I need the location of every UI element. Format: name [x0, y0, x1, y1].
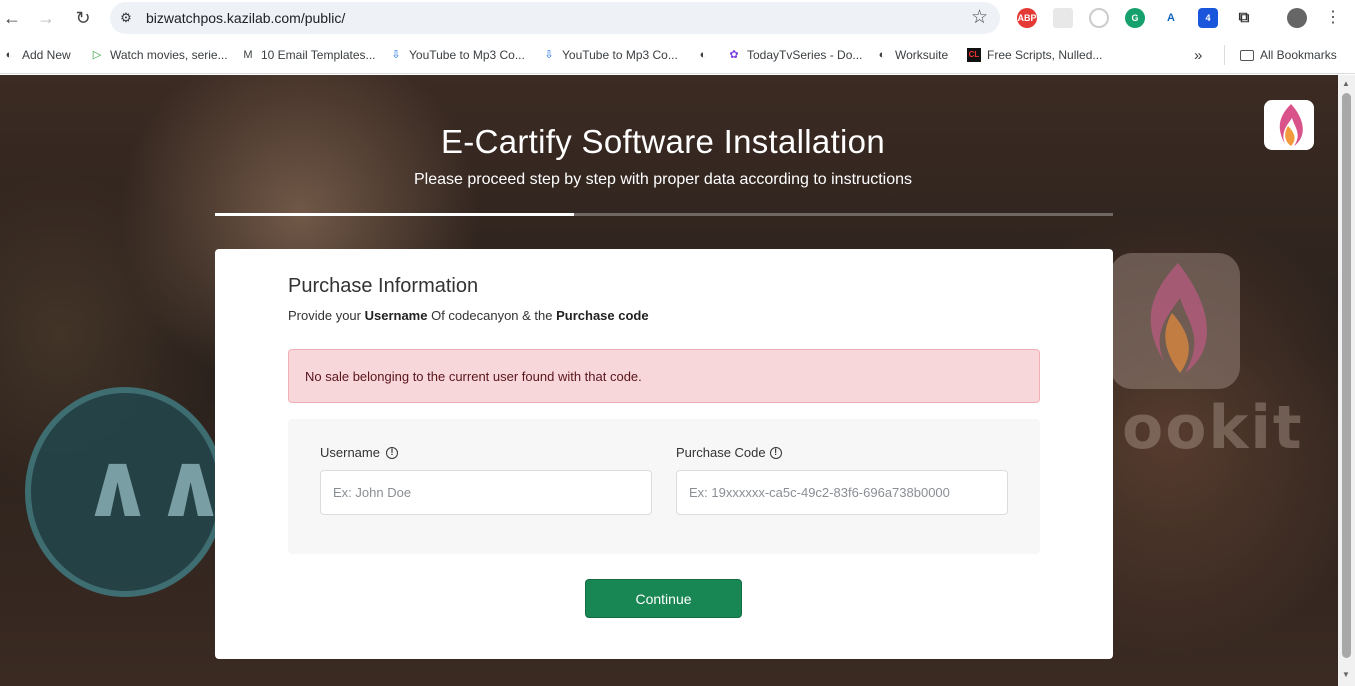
- bookmark-star-icon[interactable]: ☆: [971, 7, 988, 29]
- bookmark-item[interactable]: CL Free Scripts, Nulled...: [967, 47, 1102, 63]
- purchase-card: Purchase Information Provide your Userna…: [215, 249, 1113, 659]
- background-flame-card: [1110, 253, 1240, 389]
- bookmark-item[interactable]: M 10 Email Templates...: [241, 47, 375, 63]
- error-alert: No sale belonging to the current user fo…: [288, 349, 1040, 403]
- background-logo: ∧∧: [25, 387, 228, 597]
- tv-icon: ✿: [729, 49, 739, 61]
- purchase-code-input[interactable]: [676, 470, 1008, 515]
- bookmark-item[interactable]: ◐: [696, 47, 716, 63]
- bookmark-item[interactable]: ⇩ YouTube to Mp3 Co...: [542, 47, 677, 63]
- reload-icon[interactable]: ↻: [71, 6, 95, 30]
- extension-grid-icon[interactable]: [1053, 8, 1073, 28]
- install-progress-fill: [215, 213, 575, 216]
- abp-icon[interactable]: ABP: [1017, 8, 1037, 28]
- globe-icon: ◐: [5, 49, 13, 61]
- bookmarks-bar: ◐ Add New ▷ Watch movies, serie... M 10 Ema…: [0, 36, 1355, 74]
- card-title: Purchase Information: [288, 275, 479, 297]
- translator-icon[interactable]: A: [1161, 8, 1181, 28]
- more-bookmarks-chevron-icon[interactable]: »: [1194, 47, 1202, 64]
- address-bar[interactable]: ⚙ bizwatchpos.kazilab.com/public/ ☆: [110, 2, 1000, 34]
- play-icon: ▷: [92, 49, 102, 61]
- bookmarks-divider: [1224, 45, 1225, 65]
- username-input[interactable]: [320, 470, 652, 515]
- page-viewport: ∧∧ ookit E-Cartify Software Installation…: [0, 75, 1338, 686]
- bookmark-item[interactable]: ◐ Worksuite: [875, 47, 948, 63]
- m-logo-icon: M: [243, 49, 253, 61]
- scroll-down-arrow-icon[interactable]: ▼: [1342, 670, 1350, 679]
- url-text[interactable]: bizwatchpos.kazilab.com/public/: [146, 10, 345, 26]
- error-alert-text: No sale belonging to the current user fo…: [305, 369, 642, 384]
- page-subtitle: Please proceed step by step with proper …: [413, 171, 913, 188]
- scroll-up-arrow-icon[interactable]: ▲: [1342, 79, 1350, 88]
- forward-arrow-icon[interactable]: →: [34, 6, 58, 30]
- folder-icon: [1240, 49, 1254, 61]
- grammarly-icon[interactable]: G: [1125, 8, 1145, 28]
- flame-icon: [1150, 263, 1208, 373]
- card-description: Provide your Username Of codecanyon & th…: [288, 308, 649, 323]
- info-icon[interactable]: !: [769, 446, 782, 459]
- avatar[interactable]: [1287, 8, 1307, 28]
- info-icon[interactable]: !: [385, 446, 398, 459]
- extensions-puzzle-icon[interactable]: ⧉: [1234, 8, 1254, 28]
- page-title: E-Cartify Software Installation: [441, 123, 885, 160]
- globe-icon: ◐: [878, 49, 886, 61]
- background-logo-mark: ∧∧: [81, 433, 228, 538]
- page-scrollbar[interactable]: ▲ ▼: [1338, 75, 1355, 686]
- bookmark-item[interactable]: ⇩ YouTube to Mp3 Co...: [389, 47, 524, 63]
- username-label: Username !: [320, 445, 398, 460]
- back-arrow-icon[interactable]: ←: [0, 6, 24, 30]
- menu-kebab-icon[interactable]: ⋮: [1321, 6, 1345, 30]
- continue-button[interactable]: Continue: [585, 579, 742, 618]
- site-settings-icon[interactable]: ⚙: [118, 8, 134, 28]
- scroll-thumb[interactable]: [1342, 93, 1351, 658]
- bookmark-item[interactable]: ✿ TodayTvSeries - Do...: [727, 47, 862, 63]
- browser-toolbar: ← → ↻ ⚙ bizwatchpos.kazilab.com/public/ …: [0, 0, 1355, 36]
- download-icon: ⇩: [544, 49, 554, 61]
- background-brand-text: ookit: [1122, 393, 1304, 463]
- bookmark-item[interactable]: ▷ Watch movies, serie...: [90, 47, 228, 63]
- globe-icon: ◐: [699, 49, 707, 61]
- download-icon: ⇩: [391, 49, 401, 61]
- install-progress-bar: [215, 213, 1113, 216]
- extension-circle-icon[interactable]: [1089, 8, 1109, 28]
- purchase-code-label: Purchase Code !: [676, 445, 782, 460]
- cl-logo-icon: CL: [967, 48, 981, 62]
- badge-extension-icon[interactable]: 4: [1198, 8, 1218, 28]
- bookmark-item[interactable]: ◐ Add New: [2, 47, 71, 63]
- all-bookmarks[interactable]: All Bookmarks: [1240, 47, 1337, 63]
- form-panel: Username ! Purchase Code !: [288, 419, 1040, 554]
